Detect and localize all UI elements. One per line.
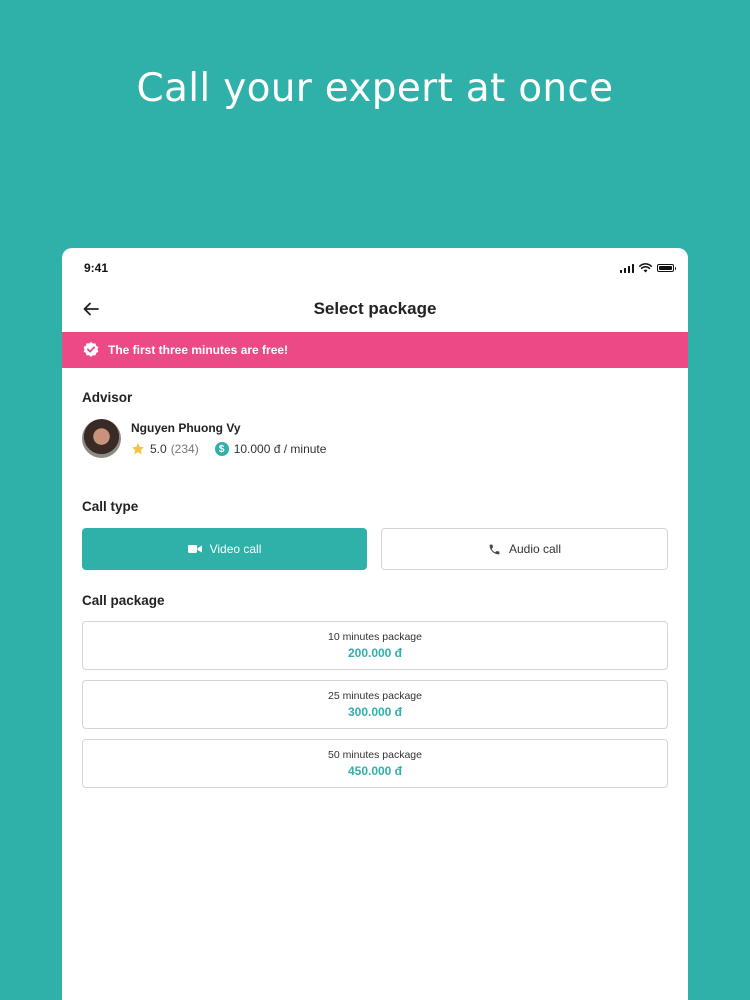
phone-screen: 9:41 Select package The first three minu bbox=[62, 248, 688, 1000]
package-option-10-min[interactable]: 10 minutes package 200.000 đ bbox=[82, 621, 668, 670]
advisor-card[interactable]: Nguyen Phuong Vy 5.0 (234) $ 10.000 đ / … bbox=[82, 419, 688, 458]
advisor-meta: 5.0 (234) $ 10.000 đ / minute bbox=[131, 442, 326, 456]
package-name: 25 minutes package bbox=[328, 690, 422, 702]
promo-text: The first three minutes are free! bbox=[108, 343, 289, 357]
wifi-icon bbox=[639, 263, 652, 273]
call-type-section-title: Call type bbox=[82, 499, 139, 514]
video-call-label: Video call bbox=[209, 542, 262, 556]
advisor-rating: 5.0 bbox=[150, 442, 167, 456]
advisor-name: Nguyen Phuong Vy bbox=[131, 421, 241, 435]
audio-call-label: Audio call bbox=[508, 542, 562, 556]
audio-call-button[interactable]: Audio call bbox=[381, 528, 668, 570]
status-bar: 9:41 bbox=[62, 248, 688, 286]
advisor-price: 10.000 đ / minute bbox=[233, 442, 327, 456]
nav-bar: Select package bbox=[62, 286, 688, 332]
dollar-icon: $ bbox=[214, 442, 229, 456]
package-price: 450.000 đ bbox=[347, 764, 403, 778]
advisor-info: Nguyen Phuong Vy 5.0 (234) $ 10.000 đ / … bbox=[131, 421, 326, 456]
call-package-section-title: Call package bbox=[82, 593, 165, 608]
package-price: 200.000 đ bbox=[347, 646, 403, 660]
package-name: 10 minutes package bbox=[328, 631, 422, 643]
package-name: 50 minutes package bbox=[328, 749, 422, 761]
promo-banner: The first three minutes are free! bbox=[62, 332, 688, 368]
call-type-selector: Video call Audio call bbox=[82, 528, 668, 570]
verified-badge-icon bbox=[83, 341, 99, 357]
arrow-left-icon bbox=[83, 302, 99, 316]
package-option-50-min[interactable]: 50 minutes package 450.000 đ bbox=[82, 739, 668, 788]
page-title: Select package bbox=[313, 299, 437, 318]
star-icon bbox=[132, 443, 144, 455]
package-price: 300.000 đ bbox=[347, 705, 403, 719]
video-call-button[interactable]: Video call bbox=[82, 528, 367, 570]
advisor-rating-count: (234) bbox=[170, 442, 199, 456]
battery-icon bbox=[657, 264, 676, 272]
status-icons bbox=[619, 263, 676, 273]
back-button[interactable] bbox=[80, 298, 102, 320]
phone-icon bbox=[489, 544, 500, 554]
signal-icon bbox=[619, 263, 634, 273]
package-option-25-min[interactable]: 25 minutes package 300.000 đ bbox=[82, 680, 668, 729]
package-list: 10 minutes package 200.000 đ 25 minutes … bbox=[82, 621, 668, 788]
avatar bbox=[82, 419, 121, 458]
video-camera-icon bbox=[187, 545, 202, 553]
status-time: 9:41 bbox=[84, 261, 109, 275]
headline: Call your expert at once bbox=[136, 66, 614, 111]
advisor-section-title: Advisor bbox=[82, 390, 133, 405]
